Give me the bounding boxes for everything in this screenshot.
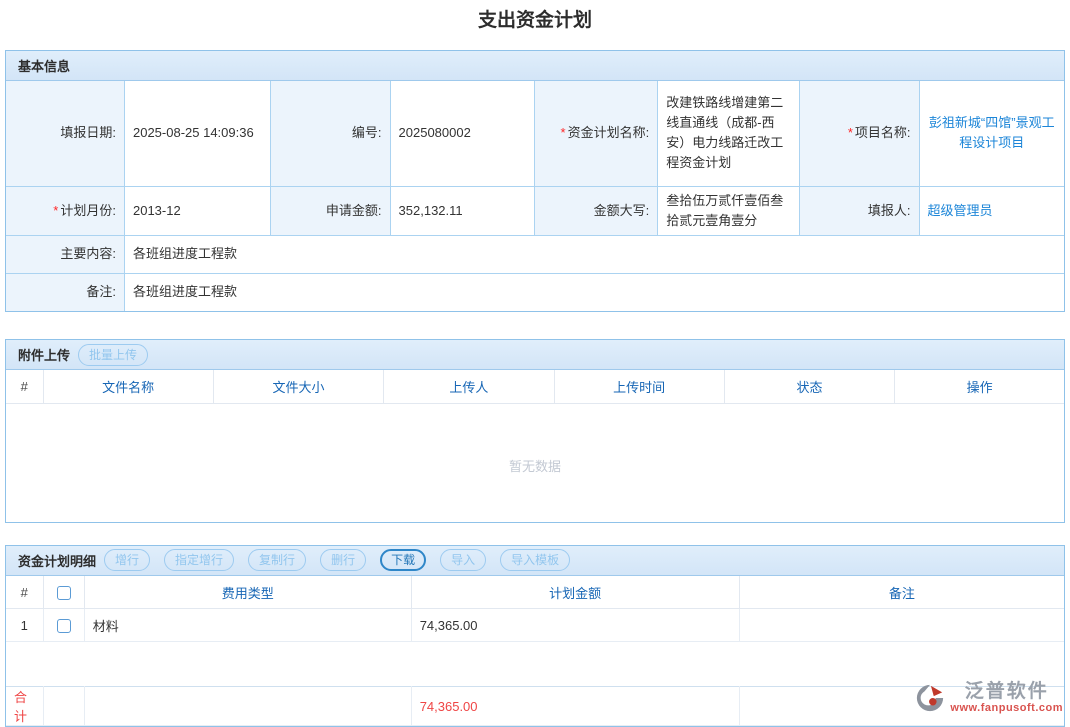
total-empty-select [43,687,84,726]
total-planned-amount: 74,365.00 [411,687,739,726]
vendor-logo: 泛普软件 www.fanpusoft.com [915,682,1063,714]
basic-info-title: 基本信息 [18,56,70,75]
import-template-button[interactable]: 导入模板 [500,549,570,571]
field-value-plan-name: 改建铁路线增建第二线直通线（成都-西安）电力线路迁改工程资金计划 [658,81,800,186]
detail-col-planned-amount: 计划金额 [411,576,739,609]
spacer-row [6,642,1064,687]
field-label-project-name: *项目名称: [799,81,919,186]
attachments-title: 附件上传 [18,345,70,364]
field-label-plan-month: *计划月份: [6,186,124,235]
required-marker: * [53,203,58,218]
row-remark [739,609,1064,642]
field-label-main-content: 主要内容: [6,235,124,273]
select-all-checkbox[interactable] [57,586,71,600]
attachments-col-file-name: 文件名称 [43,370,213,403]
field-label-apply-amount: 申请金额: [270,186,390,235]
logo-name: 泛普软件 [950,682,1063,702]
total-empty-fee-type [84,687,411,726]
detail-col-hash: # [6,576,43,609]
insert-row-button[interactable]: 指定增行 [164,549,234,571]
attachments-panel: 附件上传 批量上传 # 文件名称 文件大小 上传人 上传时间 状态 操作 暂无数… [5,339,1065,523]
field-value-remark: 各班组进度工程款 [124,273,1064,311]
row-fee-type: 材料 [84,609,411,642]
row-planned-amount: 74,365.00 [411,609,739,642]
field-label-filler: 填报人: [799,186,919,235]
empty-placeholder: 暂无数据 [6,404,1064,522]
field-value-amount-words: 叁拾伍万贰仟壹佰叁拾贰元壹角壹分 [658,186,800,235]
import-button[interactable]: 导入 [440,549,486,571]
detail-row: 1 材料 74,365.00 [6,609,1064,642]
attachments-col-hash: # [6,370,43,403]
detail-col-remark: 备注 [739,576,1064,609]
field-value-number: 2025080002 [390,81,535,186]
basic-info-header: 基本信息 [6,51,1064,81]
detail-col-fee-type: 费用类型 [84,576,411,609]
attachments-col-actions: 操作 [895,370,1064,403]
add-row-button[interactable]: 增行 [104,549,150,571]
field-value-apply-amount: 352,132.11 [390,186,535,235]
field-label-remark: 备注: [6,273,124,311]
detail-panel: 资金计划明细 增行 指定增行 复制行 删行 下载 导入 导入模板 # 费用类型 … [5,545,1065,727]
attachments-col-file-size: 文件大小 [213,370,383,403]
field-label-fill-date: 填报日期: [6,81,124,186]
row-checkbox[interactable] [57,619,71,633]
field-value-fill-date: 2025-08-25 14:09:36 [124,81,270,186]
detail-col-select [43,576,84,609]
fanpu-logo-icon [915,683,945,713]
basic-info-panel: 基本信息 填报日期: 2025-08-25 14:09:36 编号: 20250… [5,50,1065,312]
basic-info-table: 填报日期: 2025-08-25 14:09:36 编号: 2025080002… [6,81,1064,311]
required-marker: * [561,125,566,140]
attachments-table: # 文件名称 文件大小 上传人 上传时间 状态 操作 [6,370,1064,404]
field-label-plan-name: *资金计划名称: [535,81,658,186]
field-value-filler: 超级管理员 [919,186,1064,235]
detail-table: # 费用类型 计划金额 备注 1 材料 74,365.00 合计 74,365.… [6,576,1064,727]
logo-url[interactable]: www.fanpusoft.com [950,702,1063,714]
field-value-main-content: 各班组进度工程款 [124,235,1064,273]
page-title: 支出资金计划 [0,0,1070,50]
delete-row-button[interactable]: 删行 [320,549,366,571]
row-index: 1 [6,609,43,642]
total-label: 合计 [6,687,43,726]
field-label-number: 编号: [270,81,390,186]
project-name-link[interactable]: 彭祖新城“四馆”景观工程设计项目 [929,115,1055,150]
row-select-cell [43,609,84,642]
copy-row-button[interactable]: 复制行 [248,549,306,571]
bulk-upload-button[interactable]: 批量上传 [78,344,148,366]
detail-header: 资金计划明细 增行 指定增行 复制行 删行 下载 导入 导入模板 [6,546,1064,576]
field-value-plan-month: 2013-12 [124,186,270,235]
attachments-col-uploader: 上传人 [384,370,554,403]
attachments-col-upload-time: 上传时间 [554,370,724,403]
attachments-col-status: 状态 [724,370,894,403]
download-button[interactable]: 下载 [380,549,426,571]
field-value-project-name: 彭祖新城“四馆”景观工程设计项目 [919,81,1064,186]
filler-link[interactable]: 超级管理员 [928,203,993,218]
required-marker: * [848,125,853,140]
logo-text: 泛普软件 www.fanpusoft.com [950,682,1063,714]
field-label-amount-words: 金额大写: [535,186,658,235]
total-row: 合计 74,365.00 [6,687,1064,726]
attachments-header: 附件上传 批量上传 [6,340,1064,370]
detail-title: 资金计划明细 [18,551,96,570]
